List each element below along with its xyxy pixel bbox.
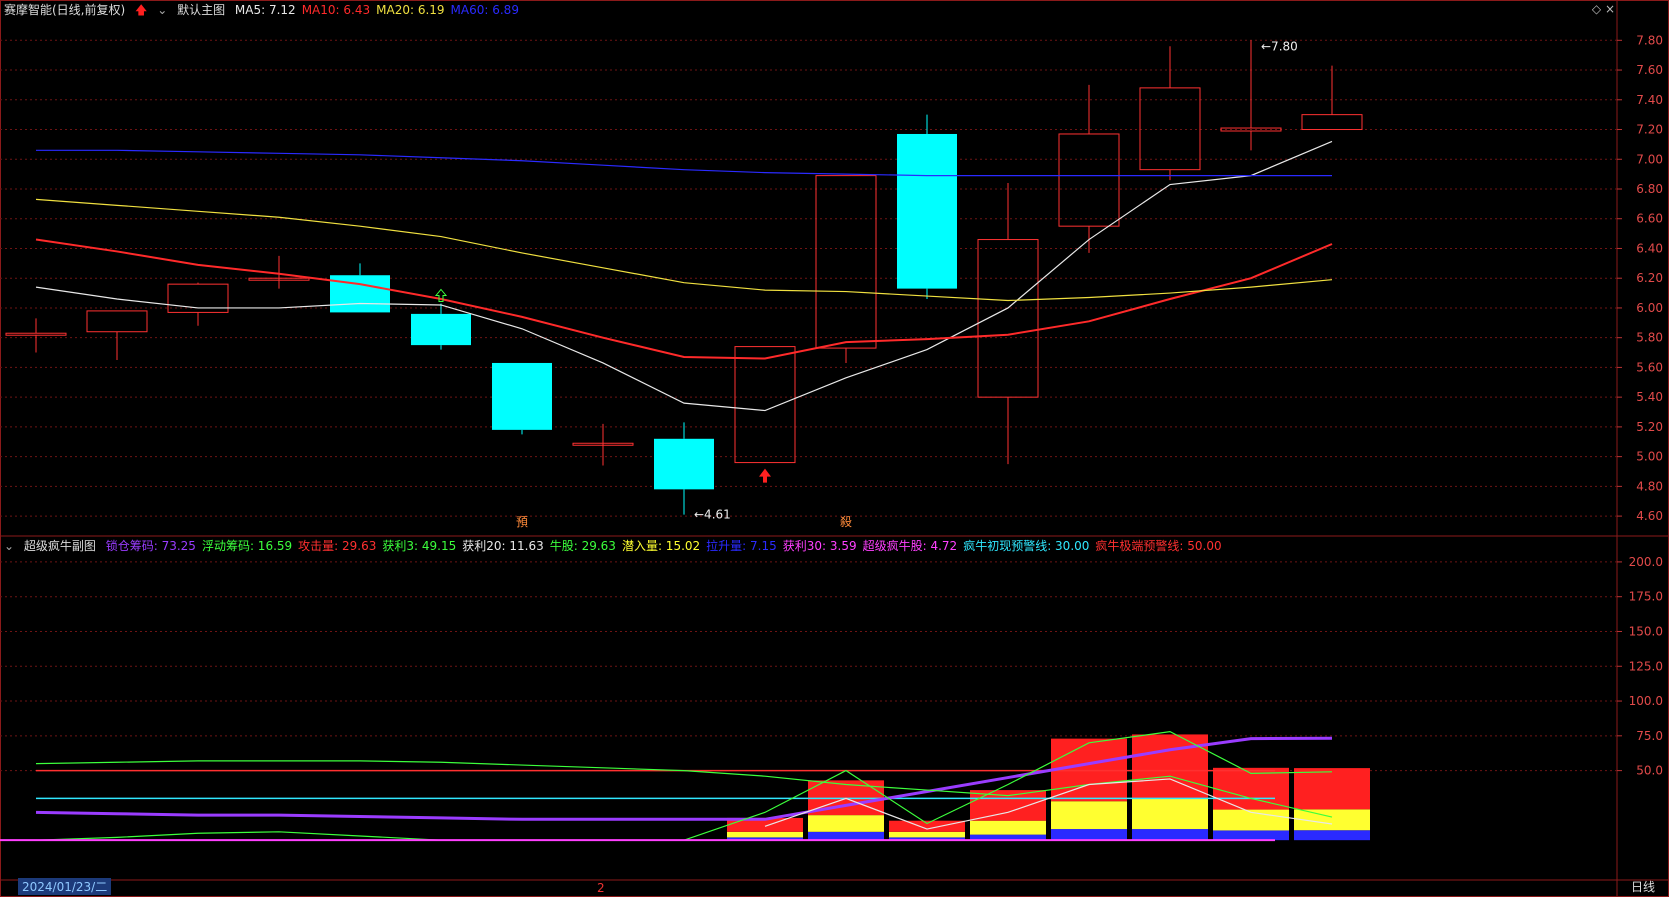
volume-bar-yellow [1132, 798, 1208, 830]
up-arrow-icon: 🡅 [135, 3, 148, 17]
sub-indicator-2: 攻击量: 29.63 [298, 539, 377, 553]
ma-line-ma60 [36, 149, 1332, 177]
candle-body [1301, 114, 1363, 131]
volume-bar-blue [1294, 830, 1370, 841]
date-label[interactable]: 2024/01/23/二 [18, 878, 112, 895]
volume-bar-yellow [889, 831, 965, 838]
sub-indicator-list: 锁仓筹码: 73.25 浮动筹码: 16.59 攻击量: 29.63 获利3: 49.… [106, 539, 1228, 553]
sub-indicator-0: 锁仓筹码: 73.25 [105, 539, 196, 553]
sub-indicator-3: 获利3: 49.15 [382, 539, 457, 553]
sub-indicator-5: 牛股: 29.63 [549, 539, 616, 553]
outer-border [0, 0, 1669, 897]
candle-body [654, 438, 714, 490]
candle-body [492, 362, 552, 430]
volume-bar-yellow [1051, 801, 1127, 830]
volume-bar-blue [1051, 829, 1127, 841]
sub-indicator-8: 获利30: 3.59 [782, 539, 857, 553]
ma-line-ma10 [35, 238, 1333, 360]
main-chart-name[interactable]: 默认主图 [177, 3, 225, 17]
main-tick-label: 5.20 [1636, 420, 1663, 434]
sub-tick-label: 50.0 [1636, 764, 1663, 778]
volume-bar-blue [1213, 830, 1289, 841]
main-tick-label: 6.20 [1636, 271, 1663, 285]
volume-bar-red [1132, 734, 1208, 799]
main-tick-label: 6.60 [1636, 212, 1663, 226]
main-tick-label: 7.60 [1636, 63, 1663, 77]
diamond-icon[interactable]: ◇ [1592, 2, 1601, 16]
main-tick-label: 4.60 [1636, 509, 1663, 523]
corner-icons: ◇ × [1592, 2, 1615, 16]
close-icon[interactable]: × [1605, 2, 1615, 16]
volume-bar-yellow [970, 820, 1046, 835]
main-tick-label: 5.40 [1636, 390, 1663, 404]
main-indicator-2: MA20: 6.19 [376, 3, 445, 17]
volume-bar-red [889, 820, 965, 832]
sub-tick-label: 100.0 [1629, 694, 1663, 708]
volume-bar-blue [1132, 829, 1208, 841]
candle-body [897, 133, 957, 289]
main-tick-label: 5.00 [1636, 450, 1663, 464]
sub-indicator-11: 疯牛极端预警线: 50.00 [1095, 539, 1222, 553]
price-annotation: ←4.61 [694, 508, 731, 522]
volume-bar-red [1294, 768, 1370, 810]
main-chart-header: 赛摩智能(日线,前复权) 🡅 ⌄ 默认主图 MA5: 7.12 MA10: 6.4… [4, 2, 531, 18]
main-tick-label: 5.60 [1636, 360, 1663, 374]
sub-indicator-6: 潜入量: 15.02 [621, 539, 701, 553]
period-label[interactable]: 日线 [1631, 878, 1655, 895]
chevron-down-icon[interactable]: ⌄ [157, 3, 167, 17]
sub-indicator-10: 疯牛初现预警线: 30.00 [963, 539, 1090, 553]
sub-tick-label: 175.0 [1629, 590, 1663, 604]
candle-body [86, 310, 148, 333]
sub-tick-label: 200.0 [1629, 555, 1663, 569]
main-tick-label: 6.00 [1636, 301, 1663, 315]
chevron-down-icon[interactable]: ⌄ [4, 539, 14, 553]
sub-indicator-4: 获利20: 11.63 [462, 539, 544, 553]
signal-marker: 預 [516, 515, 528, 529]
main-tick-label: 7.20 [1636, 123, 1663, 137]
chart-stage: 7.80 7.60 7.40 7.20 7.00 6.80 6.60 6.40 6.20 6.00… [0, 0, 1669, 897]
candle-body [734, 346, 796, 464]
main-tick-label: 7.00 [1636, 152, 1663, 166]
volume-bar-blue [808, 831, 884, 841]
volume-bar-yellow [727, 831, 803, 838]
main-tick-label: 5.80 [1636, 331, 1663, 345]
buy-arrow-icon [759, 468, 771, 483]
sub-tick-label: 150.0 [1629, 624, 1663, 638]
signal-marker: 殺 [840, 515, 852, 529]
sub-tick-label: 75.0 [1636, 729, 1663, 743]
main-tick-label: 4.80 [1636, 479, 1663, 493]
volume-bar-red [970, 790, 1046, 821]
main-tick-label: 7.80 [1636, 33, 1663, 47]
main-indicator-list: MA5: 7.12 MA10: 6.43 MA20: 6.19 MA60: 6.89 [235, 3, 525, 17]
candle-body [5, 332, 67, 336]
candle-body [411, 313, 471, 346]
volume-bar-yellow [808, 815, 884, 832]
candle-body [815, 175, 877, 349]
ma-line-ma20 [35, 198, 1333, 302]
stock-title[interactable]: 赛摩智能(日线,前复权) [4, 3, 125, 17]
sub-chart-name[interactable]: 超级疯牛副图 [24, 539, 96, 553]
main-indicator-1: MA10: 6.43 [301, 3, 371, 17]
main-tick-label: 7.40 [1636, 93, 1663, 107]
main-tick-label: 6.40 [1636, 241, 1663, 255]
candle-body [1058, 133, 1120, 227]
ma-line-ma5 [35, 140, 1333, 412]
sub-chart-header: ⌄ 超级疯牛副图 锁仓筹码: 73.25 浮动筹码: 16.59 攻击量: 29.6… [4, 538, 1234, 554]
sub-indicator-9: 超级疯牛股: 4.72 [862, 539, 958, 553]
main-indicator-0: MA5: 7.12 [234, 3, 296, 17]
sub-indicator-7: 拉升量: 7.15 [706, 539, 777, 553]
sub-indicator-1: 浮动筹码: 16.59 [201, 539, 293, 553]
sub-tick-label: 125.0 [1629, 659, 1663, 673]
volume-bar-red [1213, 767, 1289, 810]
price-annotation: ←7.80 [1261, 39, 1298, 53]
period-mark: 2 [597, 881, 605, 895]
main-indicator-3: MA60: 6.89 [450, 3, 519, 17]
main-tick-label: 6.80 [1636, 182, 1663, 196]
